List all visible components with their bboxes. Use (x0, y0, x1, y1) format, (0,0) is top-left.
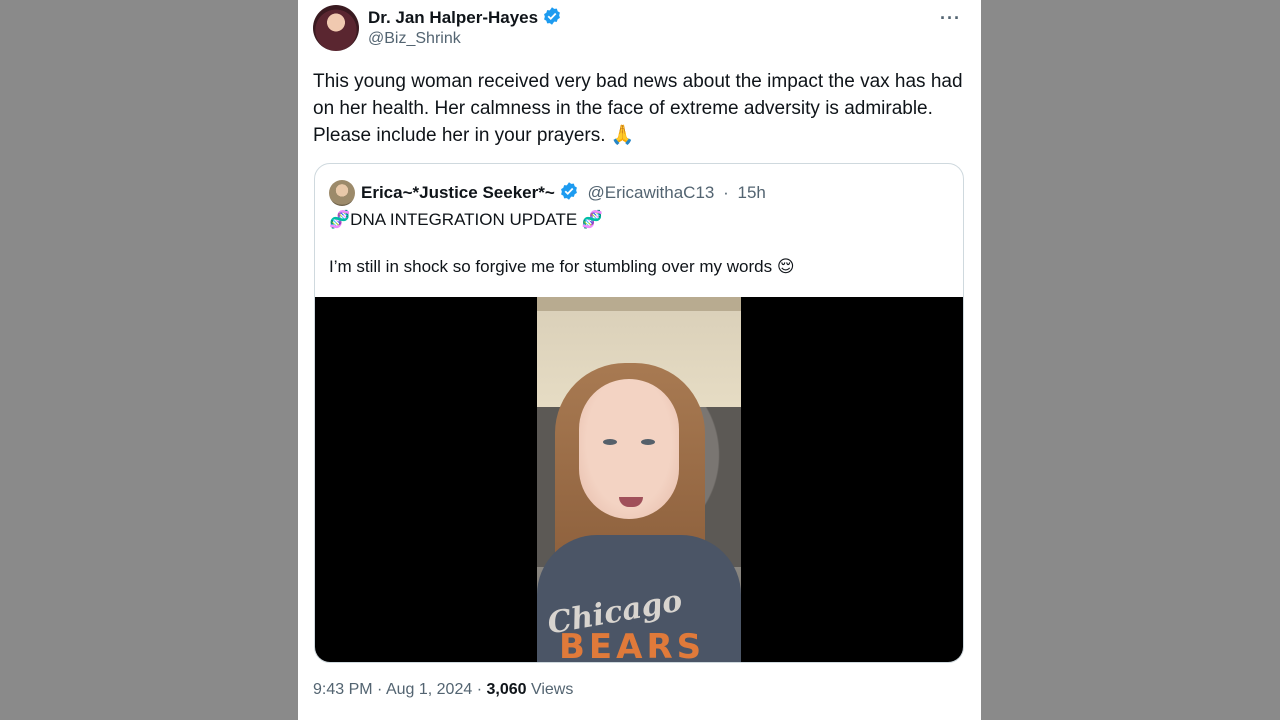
relieved-face-icon: 😌 (776, 257, 795, 277)
tweet-time[interactable]: 9:43 PM (313, 681, 373, 698)
dna-icon: 🧬 (581, 210, 604, 230)
quote-line-2-text: I’m still in shock so forgive me for stu… (329, 257, 773, 276)
quote-header: Erica~*Justice Seeker*~ @EricawithaC13 ·… (361, 181, 766, 206)
author-handle[interactable]: @Biz_Shrink (368, 30, 461, 48)
video-eye-left (603, 439, 617, 445)
tweet-body: This young woman received very bad news … (313, 71, 963, 146)
quote-separator: · (723, 183, 729, 202)
video-shirt: Chicago BEARS (537, 535, 741, 662)
quote-author-name: Erica~*Justice Seeker*~ (361, 183, 555, 202)
praying-hands-icon: 🙏 (610, 124, 635, 146)
verified-badge-icon (559, 181, 579, 206)
tweet-date[interactable]: Aug 1, 2024 (386, 681, 472, 698)
quote-age: 15h (737, 183, 766, 202)
author-avatar[interactable] (313, 5, 359, 51)
video-player[interactable]: Chicago BEARS (315, 297, 963, 662)
tweet-text: This young woman received very bad news … (313, 68, 968, 149)
tweet-meta: 9:43 PM · Aug 1, 2024 · 3,060 Views (313, 681, 573, 699)
quote-line-1-text: DNA INTEGRATION UPDATE (350, 210, 578, 229)
tweet-card: Dr. Jan Halper-Hayes @Biz_Shrink ··· Thi… (298, 0, 981, 720)
shirt-text-bottom: BEARS (559, 627, 706, 662)
video-mouth (619, 497, 643, 507)
quote-line-2: I’m still in shock so forgive me for stu… (329, 257, 795, 277)
views-count: 3,060 (486, 681, 527, 698)
dna-icon: 🧬 (329, 210, 351, 230)
quote-line-1: 🧬DNA INTEGRATION UPDATE 🧬 (329, 210, 603, 230)
quote-author-handle: @EricawithaC13 (587, 183, 715, 202)
author-name[interactable]: Dr. Jan Halper-Hayes (368, 8, 538, 27)
verified-badge-icon (542, 6, 562, 31)
video-eye-right (641, 439, 655, 445)
quote-author-avatar (329, 180, 355, 206)
video-face (579, 379, 679, 519)
video-shelf (537, 297, 741, 311)
video-frame: Chicago BEARS (537, 297, 741, 662)
author-name-row: Dr. Jan Halper-Hayes (368, 6, 562, 31)
more-options-icon[interactable]: ··· (940, 8, 961, 29)
quoted-tweet[interactable]: Erica~*Justice Seeker*~ @EricawithaC13 ·… (314, 163, 964, 663)
meta-separator: · (476, 681, 483, 698)
views-label: Views (530, 681, 574, 698)
meta-separator: · (377, 681, 383, 698)
